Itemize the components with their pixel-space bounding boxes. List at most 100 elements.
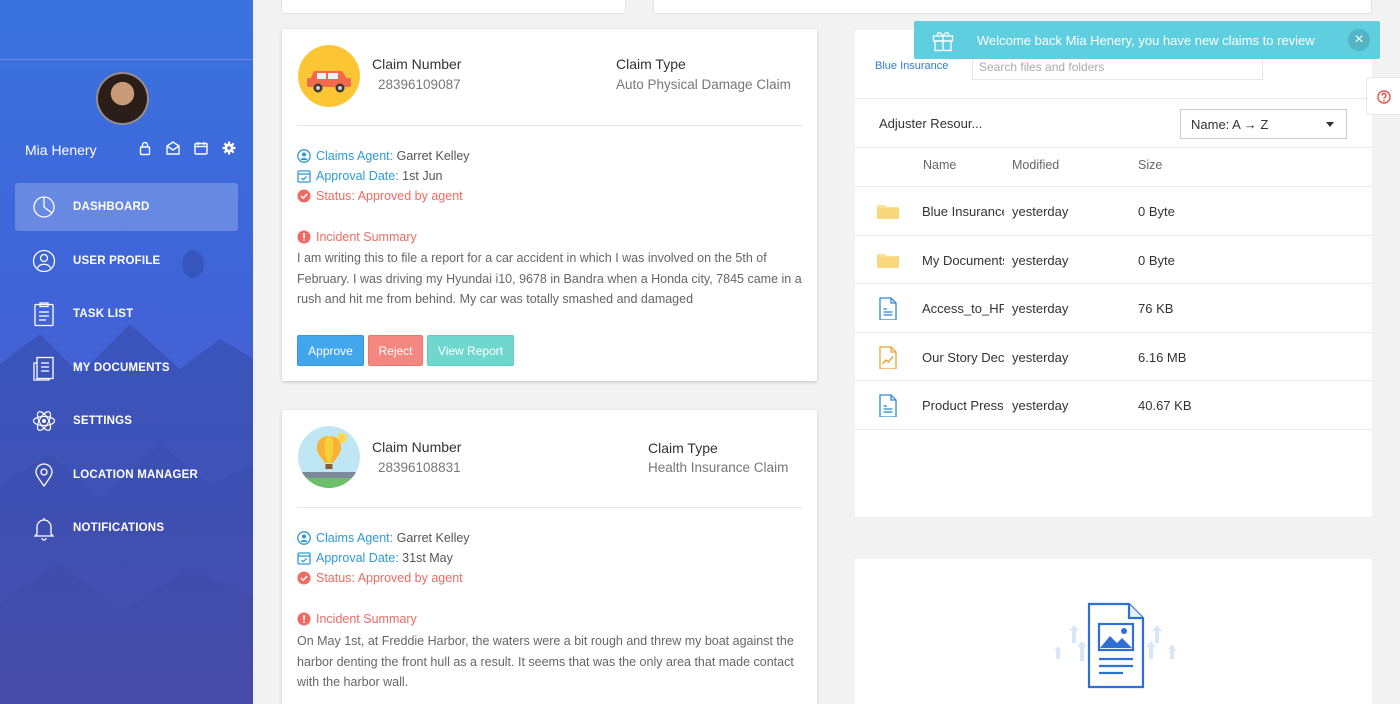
sidebar-item-dashboard[interactable]: DASHBOARD	[15, 183, 238, 231]
sidebar-item-notifications[interactable]: NOTIFICATIONS	[15, 504, 238, 552]
help-button[interactable]	[1366, 77, 1400, 115]
sidebar-item-label: MY DOCUMENTS	[73, 361, 170, 374]
document-upload-illustration	[1054, 602, 1176, 689]
file-size: 40.67 KB	[1138, 398, 1192, 413]
map-pin-icon	[35, 462, 53, 487]
sidebar-item-user-profile[interactable]: USER PROFILE	[15, 237, 238, 285]
mail-icon[interactable]	[165, 140, 181, 156]
incident-summary-text: On May 1st, at Freddie Harbor, the water…	[297, 634, 794, 689]
document-icon	[879, 394, 897, 417]
sidebar-item-label: LOCATION MANAGER	[73, 468, 199, 481]
claims-agent-label: Claims Agent:	[316, 531, 394, 545]
approve-button[interactable]: Approve	[297, 335, 364, 366]
pie-chart-icon	[33, 196, 55, 218]
sidebar-item-label: DASHBOARD	[73, 201, 150, 213]
file-name: Product Press	[922, 398, 1004, 413]
sidebar-item-label: TASK LIST	[73, 308, 134, 320]
sidebar-nav: DASHBOARD USER PROFILE TASK LIST MY DOCU…	[0, 183, 253, 552]
toast-message: Welcome back Mia Henery, you have new cl…	[977, 33, 1315, 48]
file-row[interactable]: Blue Insurance yesterday 0 Byte	[855, 187, 1372, 236]
divider	[855, 98, 1372, 99]
claim-number: 28396109087	[378, 77, 461, 92]
claim-number-label: Claim Number	[372, 439, 462, 455]
incident-summary-label: Incident Summary	[316, 612, 417, 626]
calendar-check-icon	[297, 170, 311, 183]
incident-summary-heading: Incident Summary	[297, 230, 417, 244]
file-modified: yesterday	[1012, 349, 1069, 365]
sidebar-item-settings[interactable]: SETTINGS	[15, 397, 238, 445]
sort-value: Name: A → Z	[1191, 117, 1269, 132]
file-row[interactable]: Our Story Deck yesterday 6.16 MB	[855, 333, 1372, 381]
sidebar-item-label: SETTINGS	[73, 415, 133, 427]
user-profile-block: Mia Henery	[0, 60, 253, 178]
claim-type-label: Claim Type	[616, 56, 686, 72]
user-circle-icon	[297, 531, 311, 545]
approval-date-value: 1st Jun	[402, 169, 443, 183]
sidebar-item-my-documents[interactable]: MY DOCUMENTS	[15, 344, 238, 392]
file-row[interactable]: Access_to_HR yesterday 76 KB	[855, 284, 1372, 333]
sort-dropdown[interactable]: Name: A → Z	[1180, 109, 1347, 139]
approval-date-value: 31st May	[402, 551, 453, 565]
approval-date-label: Approval Date:	[316, 551, 399, 565]
folder-icon	[877, 205, 899, 219]
approval-date: Approval Date: 1st Jun	[297, 169, 442, 183]
incident-summary-heading: Incident Summary	[297, 612, 417, 626]
check-circle-icon	[297, 189, 311, 203]
file-row[interactable]: Product Press yesterday 40.67 KB	[855, 381, 1372, 430]
user-circle-icon	[297, 149, 311, 163]
claim-number: 28396108831	[378, 460, 461, 475]
avatar[interactable]	[96, 72, 149, 125]
claims-agent: Claims Agent: Garret Kelley	[297, 531, 470, 545]
claims-agent-name: Garret Kelley	[396, 149, 470, 163]
file-name: Access_to_HR	[922, 301, 1004, 316]
sidebar-item-task-list[interactable]: TASK LIST	[15, 290, 238, 338]
file-modified: yesterday	[1012, 398, 1069, 413]
chevron-down-icon	[1326, 122, 1334, 127]
file-modified: yesterday	[1012, 252, 1069, 268]
column-header-name[interactable]: Name	[923, 158, 956, 172]
file-browser: Blue Insurance Search files and folders …	[855, 30, 1372, 517]
gear-icon[interactable]	[221, 140, 237, 156]
document-icon	[879, 297, 897, 320]
claim-card: Claim Number 28396108831 Claim Type Heal…	[282, 410, 817, 704]
chart-file-icon	[879, 345, 897, 369]
sidebar-item-label: USER PROFILE	[73, 254, 161, 267]
view-report-button[interactable]: View Report	[427, 335, 514, 366]
divider	[297, 507, 802, 508]
sidebar-header	[0, 0, 253, 60]
claims-agent-name: Garret Kelley	[396, 531, 470, 545]
folder-icon	[877, 253, 899, 268]
user-name: Mia Henery	[25, 142, 97, 158]
status-text: Status: Approved by agent	[316, 189, 463, 203]
divider	[297, 125, 802, 126]
claims-agent: Claims Agent: Garret Kelley	[297, 149, 470, 163]
divider	[855, 147, 1372, 148]
documents-icon	[33, 356, 54, 381]
incident-summary-label: Incident Summary	[316, 230, 417, 244]
upload-panel	[855, 559, 1372, 704]
claim-card: Claim Number 28396109087 Claim Type Auto…	[282, 29, 817, 381]
lock-icon[interactable]	[137, 140, 153, 156]
reject-button[interactable]: Reject	[368, 335, 423, 366]
file-modified: yesterday	[1012, 204, 1069, 219]
user-icon	[32, 249, 56, 272]
resource-title: Adjuster Resour...	[879, 116, 983, 131]
sidebar-item-location-manager[interactable]: LOCATION MANAGER	[15, 451, 238, 499]
file-modified: yesterday	[1012, 301, 1069, 316]
calendar-check-icon	[297, 552, 311, 565]
profile-actions	[137, 140, 237, 156]
calendar-icon[interactable]	[193, 140, 209, 156]
file-size: 6.16 MB	[1138, 349, 1187, 365]
clipboard-icon	[34, 302, 54, 327]
column-header-modified[interactable]: Modified	[1012, 158, 1059, 172]
card-stub-right	[653, 0, 1372, 14]
sidebar: Mia Henery DASHBOARD USER PROFILE TASK L…	[0, 0, 253, 704]
column-header-size[interactable]: Size	[1138, 158, 1162, 172]
claim-status: Status: Approved by agent	[297, 571, 463, 585]
file-row[interactable]: My Documents yesterday 0 Byte	[855, 236, 1372, 284]
breadcrumb[interactable]: Blue Insurance	[875, 60, 948, 72]
alert-icon	[297, 230, 311, 244]
card-stub-left	[281, 0, 626, 14]
close-icon[interactable]: ×	[1348, 29, 1370, 51]
file-name: My Documents	[922, 252, 1004, 268]
